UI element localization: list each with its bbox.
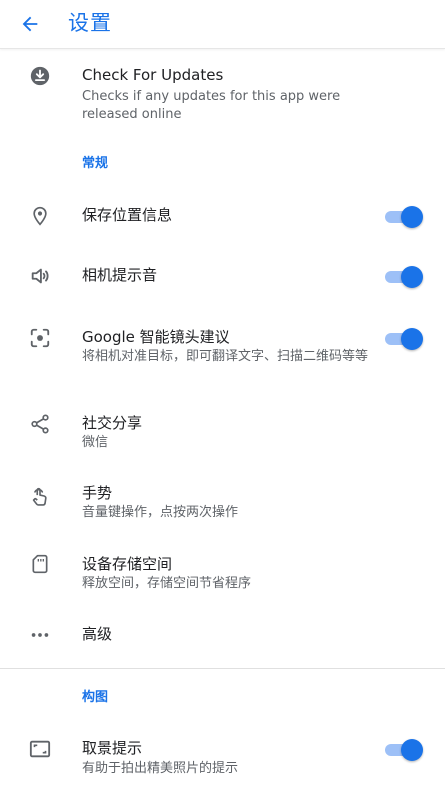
more-dots-icon xyxy=(28,623,52,647)
lens-icon xyxy=(28,326,52,350)
sd-card-icon xyxy=(28,552,52,576)
advanced-title: 高级 xyxy=(82,625,113,643)
location-pin-icon xyxy=(28,204,52,228)
share-icon xyxy=(28,412,52,436)
section-header-composition: 构图 xyxy=(82,690,109,705)
check-updates-subtitle: Checks if any updates for this app were … xyxy=(82,89,341,122)
page-title: 设置 xyxy=(68,11,112,35)
toggle-thumb xyxy=(401,328,423,350)
google-lens-item[interactable]: Google 智能镜头建议 将相机对准目标，即可翻译文字、扫描二维码等等 xyxy=(0,318,445,384)
check-updates-title: Check For Updates xyxy=(82,66,224,84)
google-lens-title: Google 智能镜头建议 xyxy=(82,328,230,346)
check-updates-item[interactable]: Check For Updates Checks if any updates … xyxy=(0,58,445,124)
storage-item[interactable]: 设备存储空间 释放空间，存储空间节省程序 xyxy=(0,545,445,595)
advanced-item[interactable]: 高级 xyxy=(0,615,445,655)
save-location-item[interactable]: 保存位置信息 xyxy=(0,196,445,236)
framing-hints-title: 取景提示 xyxy=(82,739,143,757)
gestures-title: 手势 xyxy=(82,484,113,502)
gestures-item[interactable]: 手势 音量键操作，点按两次操作 xyxy=(0,474,445,524)
back-button[interactable] xyxy=(14,8,46,40)
social-share-title: 社交分享 xyxy=(82,414,143,432)
camera-sound-toggle[interactable] xyxy=(385,266,423,288)
section-header-general: 常规 xyxy=(82,156,109,171)
framing-hints-subtitle: 有助于拍出精美照片的提示 xyxy=(82,761,239,776)
section-divider xyxy=(0,668,445,669)
framing-hints-toggle[interactable] xyxy=(385,739,423,761)
gesture-hand-icon xyxy=(28,484,52,508)
google-lens-subtitle: 将相机对准目标，即可翻译文字、扫描二维码等等 xyxy=(82,349,369,364)
social-share-subtitle: 微信 xyxy=(82,435,109,450)
arrow-back-icon xyxy=(22,16,38,32)
camera-sound-item[interactable]: 相机提示音 xyxy=(0,256,445,296)
framing-icon xyxy=(28,737,52,761)
app-bar: 设置 xyxy=(0,0,445,49)
speaker-icon xyxy=(28,264,52,288)
framing-hints-item[interactable]: 取景提示 有助于拍出精美照片的提示 xyxy=(0,729,445,785)
gestures-subtitle: 音量键操作，点按两次操作 xyxy=(82,505,239,520)
toggle-thumb xyxy=(401,206,423,228)
download-icon xyxy=(28,64,52,88)
save-location-toggle[interactable] xyxy=(385,206,423,228)
camera-sound-title: 相机提示音 xyxy=(82,266,158,284)
google-lens-toggle[interactable] xyxy=(385,328,423,350)
storage-subtitle: 释放空间，存储空间节省程序 xyxy=(82,576,252,591)
toggle-thumb xyxy=(401,266,423,288)
social-share-item[interactable]: 社交分享 微信 xyxy=(0,404,445,454)
save-location-title: 保存位置信息 xyxy=(82,206,173,224)
toggle-thumb xyxy=(401,739,423,761)
storage-title: 设备存储空间 xyxy=(82,555,173,573)
